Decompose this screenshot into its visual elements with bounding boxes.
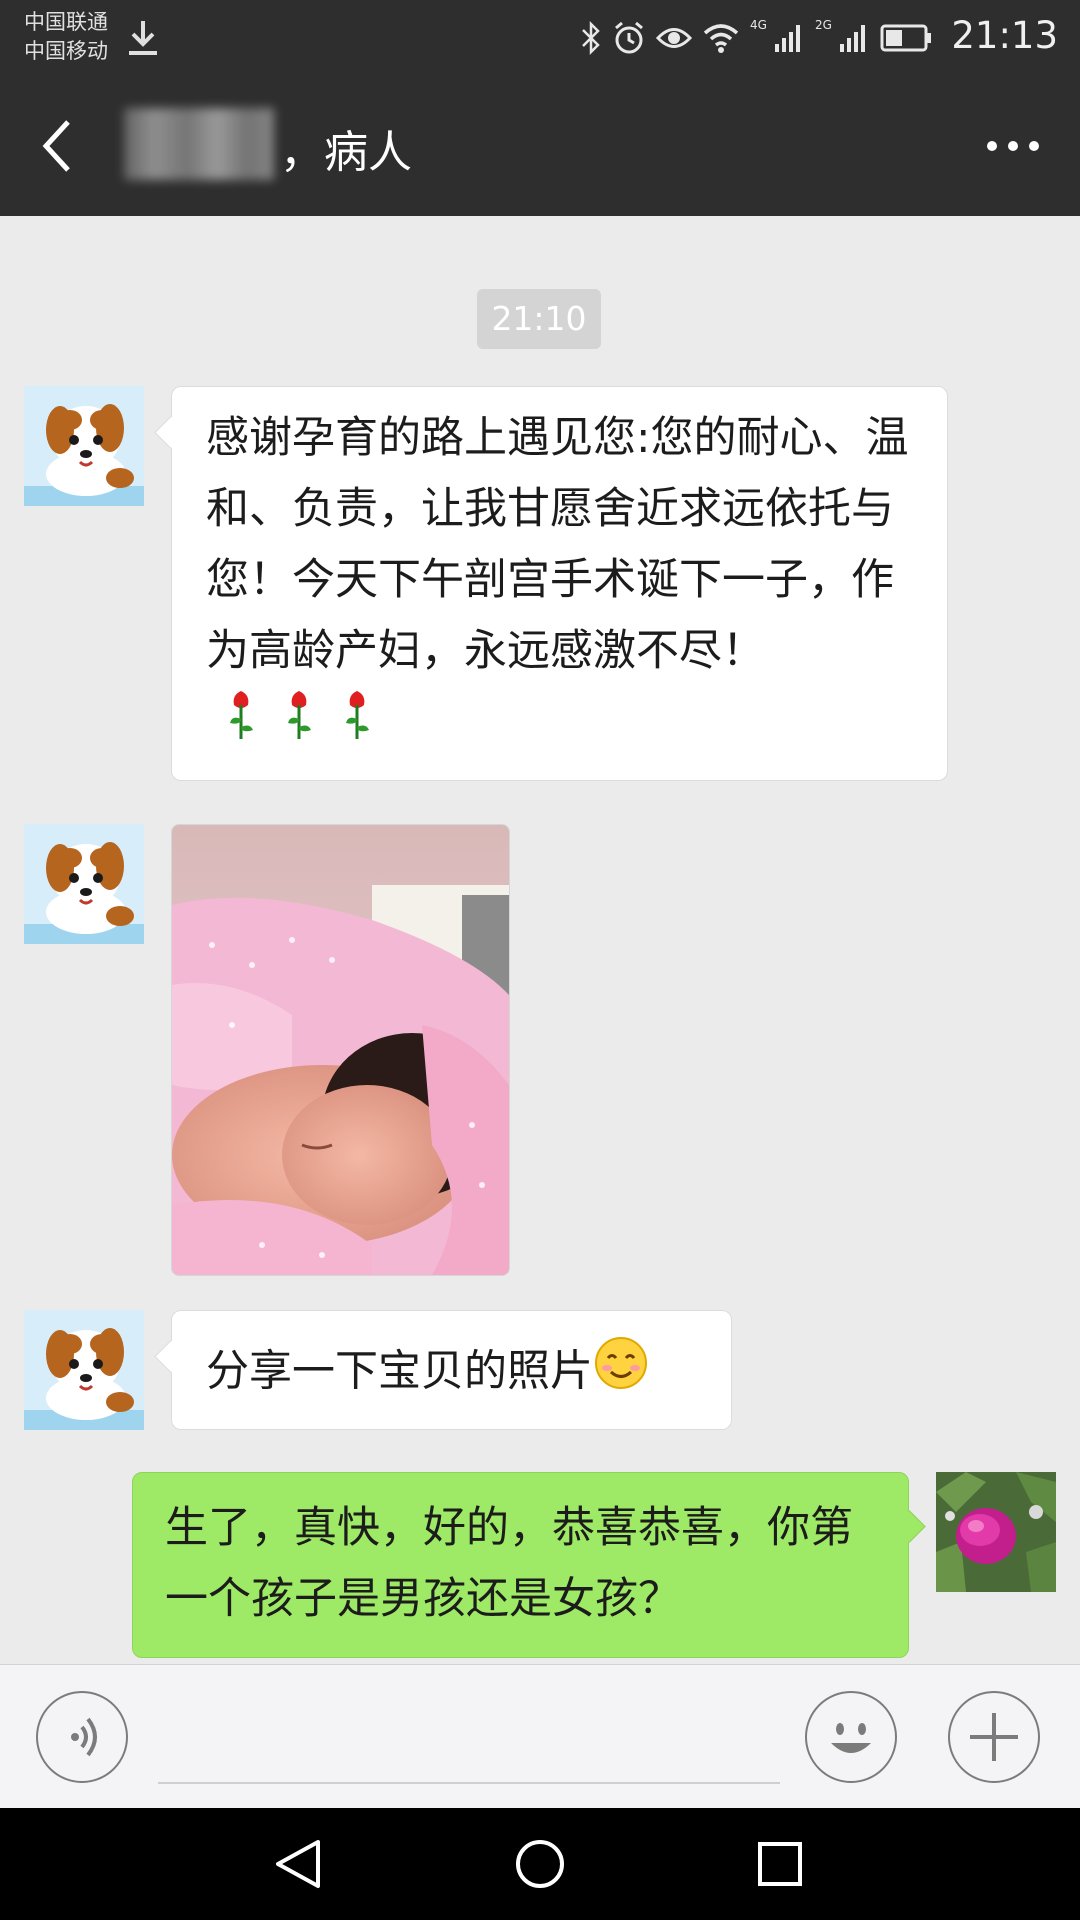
emoji-button[interactable] <box>805 1691 897 1783</box>
plus-button[interactable] <box>948 1691 1040 1783</box>
peony-flower-avatar-icon <box>936 1472 1056 1592</box>
rose-icon <box>230 691 369 739</box>
carrier-1: 中国联通 <box>24 10 108 34</box>
download-icon <box>129 21 157 55</box>
avatar[interactable] <box>24 824 144 944</box>
rose-emoji-group <box>206 687 386 765</box>
message-input[interactable] <box>158 1782 780 1784</box>
puppy-avatar-icon <box>24 1310 144 1430</box>
carrier-2: 中国移动 <box>24 39 108 63</box>
emoji-icon <box>831 1723 871 1753</box>
message-image[interactable] <box>171 824 510 1276</box>
network-2-label: 2G <box>814 18 832 32</box>
message-text: 感谢孕育的路上遇见您:您的耐心、温和、负责，让我甘愿舍近求远依托与您！今天下午剖… <box>206 413 909 676</box>
alarm-icon <box>615 21 643 54</box>
status-icons: 4G 2G <box>580 16 934 60</box>
wifi-icon <box>703 24 739 53</box>
avatar[interactable] <box>24 386 144 506</box>
bluetooth-icon <box>582 20 600 56</box>
signal-icon <box>839 25 865 52</box>
network-1-label: 4G <box>750 18 767 32</box>
voice-button[interactable] <box>36 1691 128 1783</box>
nav-home-icon[interactable] <box>514 1838 566 1890</box>
nav-back-icon[interactable] <box>272 1838 328 1890</box>
more-icon[interactable] <box>984 134 1042 158</box>
avatar[interactable] <box>24 1310 144 1430</box>
system-nav-bar <box>0 1808 1080 1920</box>
smiling-face-icon <box>595 1337 647 1389</box>
message-bubble[interactable]: 感谢孕育的路上遇见您:您的耐心、温和、负责，让我甘愿舍近求远依托与您！今天下午剖… <box>171 386 948 781</box>
message-text: 分享一下宝贝的照片 <box>206 1346 593 1397</box>
voice-icon <box>71 1717 97 1757</box>
message-text: 生了，真快，好的，恭喜恭喜，你第一个孩子是男孩还是女孩？ <box>165 1503 853 1624</box>
signal-icon <box>774 25 800 52</box>
page-title: ，病人 <box>280 127 412 178</box>
message-bubble-sent[interactable]: 生了，真快，好的，恭喜恭喜，你第一个孩子是男孩还是女孩？ <box>132 1472 909 1658</box>
newborn-baby-photo <box>172 825 509 1275</box>
back-icon[interactable] <box>36 116 80 176</box>
status-time: 21:13 <box>951 14 1058 57</box>
status-bar: 中国联通 中国移动 4G 2G 21:13 <box>0 0 1080 76</box>
carrier-info: 中国联通 中国移动 <box>24 8 108 66</box>
chat-header: ，病人 <box>0 76 1080 216</box>
blurred-contact-name <box>124 108 274 180</box>
nav-recents-icon[interactable] <box>756 1840 804 1888</box>
battery-icon <box>880 24 931 52</box>
eye-icon <box>656 28 692 48</box>
smile-emoji <box>593 1335 649 1413</box>
message-bubble[interactable]: 分享一下宝贝的照片 <box>171 1310 732 1430</box>
message-timestamp: 21:10 <box>477 289 601 349</box>
my-avatar[interactable] <box>936 1472 1056 1592</box>
puppy-avatar-icon <box>24 824 144 944</box>
plus-icon <box>970 1713 1018 1761</box>
chat-input-bar <box>0 1664 1080 1809</box>
puppy-avatar-icon <box>24 386 144 506</box>
